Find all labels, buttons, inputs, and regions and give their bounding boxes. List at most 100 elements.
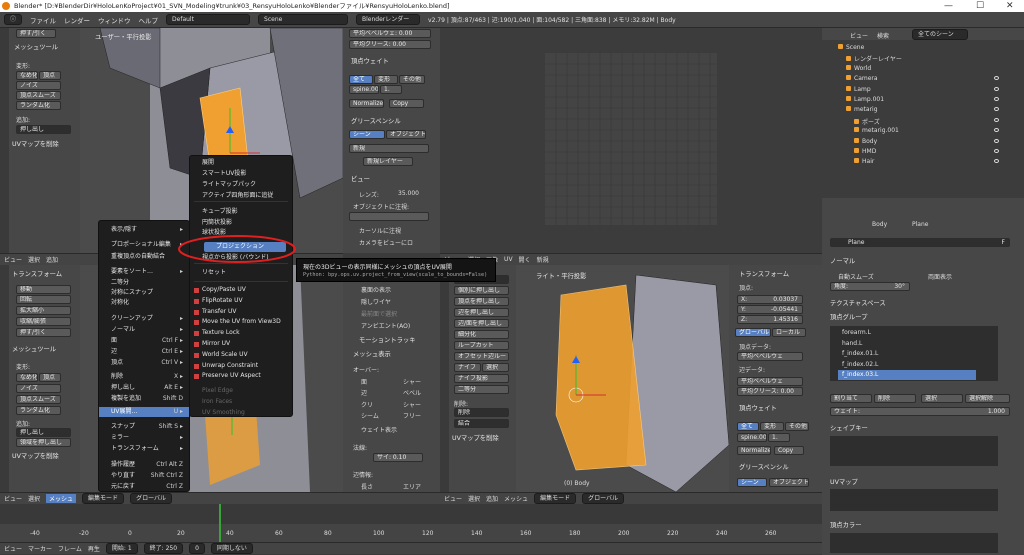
merge-dropdown[interactable]: 結合 [454, 419, 509, 428]
motion-tracking-title[interactable]: モーショントラッキ [359, 335, 416, 344]
avg-bevel-field-br2[interactable]: 平均ベベルウェ [737, 377, 803, 386]
context-menu-item[interactable]: 辺 Ctrl E ▸ [99, 347, 189, 357]
footer-orientation-dropdown[interactable]: グローバル [130, 493, 173, 504]
viewport-bottom-right[interactable]: ライト・平行投影 (0) Body [516, 265, 729, 492]
normal-size-field[interactable]: サイ: 0.10 [373, 453, 423, 462]
visibility-eye-icon[interactable] [994, 117, 999, 122]
avg-bevel-field-br[interactable]: 平均ベベルウェ [737, 352, 803, 361]
outliner-item[interactable]: Lamp [846, 85, 871, 93]
uv-submenu-item[interactable]: キューブ投影 [190, 207, 292, 217]
context-menu-item[interactable]: トランスフォーム ▸ [99, 444, 189, 454]
context-menu-item[interactable]: 要素をソート… ▸ [99, 267, 189, 277]
menu-file[interactable]: ファイル [30, 15, 56, 25]
context-menu-item[interactable]: 二等分 [99, 278, 189, 288]
uv-maps-list[interactable] [830, 489, 998, 511]
spine-field-br[interactable]: 1. [768, 433, 790, 442]
sync-dropdown[interactable]: 同期しない [210, 543, 253, 554]
subdivide-button[interactable]: 細分化 [454, 330, 509, 339]
smooth-button[interactable]: なめ化 [16, 71, 38, 80]
length-checkbox[interactable]: 長さ [361, 482, 373, 491]
normalize-button[interactable]: Normalize [349, 99, 384, 108]
context-menu-item[interactable]: 複製を追加 Shift D [99, 394, 189, 404]
context-menu-item[interactable]: スナップ Shift S ▸ [99, 422, 189, 432]
normalize-button-br[interactable]: Normalize [737, 446, 771, 455]
context-menu-item[interactable]: ミラー ▸ [99, 433, 189, 443]
layout-selector[interactable]: Default [166, 14, 251, 25]
menu-render[interactable]: レンダー [64, 15, 90, 25]
backface-checkbox[interactable]: 裏面の表示 [361, 285, 391, 294]
context-menu-item[interactable]: ノーマル ▸ [99, 325, 189, 335]
rotate-button[interactable]: 回転 [16, 295, 71, 304]
outliner-item[interactable]: Body [854, 137, 877, 145]
other-button-br[interactable]: その他 [785, 422, 809, 431]
select-button-mid[interactable]: 選択 [482, 363, 509, 372]
context-menu-item[interactable]: やり直す Shift Ctrl Z [99, 471, 189, 481]
face-checkbox[interactable]: 面 [361, 377, 367, 386]
uv-open-button[interactable]: 開く [519, 255, 531, 264]
context-menu-item[interactable]: 削除 X ▸ [99, 372, 189, 382]
start-frame-field[interactable]: 開始: 1 [105, 543, 138, 554]
footer-select-menu[interactable]: 選択 [28, 494, 40, 503]
uv-submenu-item[interactable]: リセット [190, 268, 292, 278]
uv-addon-item[interactable]: Texture Lock [190, 328, 292, 338]
context-menu-item[interactable]: 元に戻す Ctrl Z [99, 482, 189, 492]
uv-uv-menu[interactable]: UV [504, 256, 513, 263]
footer-mesh-menu-r[interactable]: メッシュ [504, 494, 528, 503]
uv-new-button[interactable]: 新規 [537, 255, 549, 264]
visibility-eye-icon[interactable] [994, 138, 999, 143]
footer-mode-dropdown-r[interactable]: 編集モード [534, 493, 577, 504]
double-sided-checkbox[interactable]: 両面表示 [928, 272, 952, 281]
context-menu-item[interactable]: 対称化 [99, 298, 189, 308]
outliner-item[interactable]: HMD [854, 148, 876, 155]
timeline[interactable]: -40 -20 0 20 40 60 80 100 120 140 160 180 200 220 240 2… [0, 504, 822, 542]
sharp-checkbox[interactable]: シャー [403, 400, 421, 409]
assign-button[interactable]: 割り当て [830, 394, 872, 403]
context-menu-item[interactable]: クリーンアップ ▸ [99, 314, 189, 324]
ambient-occlusion-checkbox[interactable]: アンビエント(AO) [361, 321, 410, 330]
current-frame-field[interactable]: 0 [189, 543, 205, 554]
visibility-eye-icon[interactable] [994, 159, 999, 164]
outliner-item[interactable]: Lamp.001 [846, 96, 884, 103]
tl-frame-menu[interactable]: フレーム [58, 544, 82, 553]
visibility-eye-icon[interactable] [994, 86, 999, 91]
mesh-datablock-field[interactable]: Plane F [830, 238, 1010, 247]
scene-button[interactable]: シーン [349, 130, 385, 139]
extrude-individual-button[interactable]: 個別に押し出し [454, 286, 509, 295]
context-menu-item[interactable]: UV展開… U ▸ [99, 407, 189, 417]
push-pull-button[interactable]: 押す/引く [16, 29, 56, 38]
vertex-group-item[interactable]: f_index.01.L [838, 349, 976, 359]
bl-select-menu[interactable]: 選択 [28, 255, 40, 264]
editor-type-icon[interactable]: ⓘ [4, 14, 23, 25]
new-button[interactable]: 新規 [349, 144, 429, 153]
y-field[interactable]: Y: -0.05441 [737, 305, 803, 314]
footer-select-menu-r[interactable]: 選択 [468, 494, 480, 503]
angle-field[interactable]: 角度: 30° [830, 282, 910, 291]
uv-addon-item[interactable]: Mirror UV [190, 339, 292, 349]
scale-button[interactable]: 拡大縮小 [16, 306, 71, 315]
remove-button[interactable]: 削除 [874, 394, 916, 403]
new-layer-button[interactable]: 新規レイヤー [363, 157, 413, 166]
uv-submenu-item[interactable]: 円筒状投影 [190, 218, 292, 228]
extrude-dropdown[interactable]: 押し出し [16, 125, 71, 134]
playhead[interactable] [219, 504, 221, 542]
knife-button[interactable]: ナイフ [454, 363, 481, 372]
vertex-smooth-button[interactable]: 頂点スムーズ [16, 91, 61, 100]
context-menu-item[interactable]: 操作履歴 Ctrl Alt Z [99, 460, 189, 470]
avg-bevel-weight-field[interactable]: 平均ベベルウェ: 0.00 [349, 29, 431, 38]
auto-smooth-checkbox[interactable]: 自動スムーズ [838, 272, 874, 281]
bl-add-menu[interactable]: 追加 [46, 255, 58, 264]
crease-checkbox[interactable]: クリ [361, 400, 373, 409]
lens-value[interactable]: 35.000 [398, 190, 419, 197]
visibility-eye-icon[interactable] [994, 97, 999, 101]
context-menu-item[interactable]: 押し出し Alt E ▸ [99, 383, 189, 393]
outliner-view-menu[interactable]: ビュー [850, 31, 868, 40]
bisect-button[interactable]: 二等分 [454, 385, 509, 394]
delete-dropdown[interactable]: 削除 [454, 408, 509, 417]
uv-submenu-item[interactable]: スマートUV投影 [190, 169, 292, 179]
uv-editor[interactable] [440, 28, 822, 253]
uv-delete-title2[interactable]: UVマップを削除 [12, 451, 59, 460]
all-button[interactable]: 全て [349, 75, 373, 84]
bl-view-menu[interactable]: ビュー [4, 255, 22, 264]
context-menu-item[interactable]: 面 Ctrl F ▸ [99, 336, 189, 346]
randomize-button2[interactable]: ランダム化 [16, 406, 61, 415]
